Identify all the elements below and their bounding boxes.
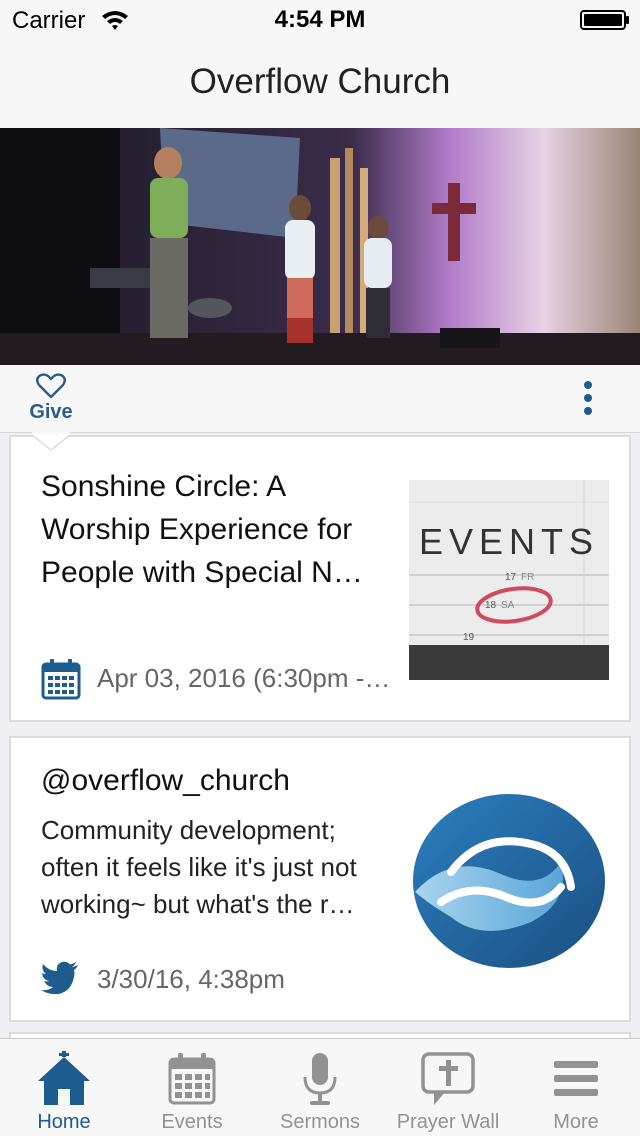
tab-home[interactable]: Home <box>0 1039 128 1136</box>
twitter-icon <box>41 961 78 995</box>
events-thumb-day-19: 19 <box>463 632 475 643</box>
calendar-icon <box>168 1053 216 1105</box>
tab-more[interactable]: More <box>512 1039 640 1136</box>
tab-events[interactable]: Events <box>128 1039 256 1136</box>
action-bar: Give <box>0 365 640 433</box>
tab-bar: Home Events Sermons Prayer Wall More <box>0 1038 640 1136</box>
events-thumb-dow-sa: SA <box>501 600 515 611</box>
event-card[interactable]: Sonshine Circle: A Worship Experience fo… <box>9 435 631 722</box>
give-label: Give <box>29 401 73 423</box>
prayer-bubble-icon <box>421 1052 475 1105</box>
navigation-bar: Overflow Church <box>0 40 640 128</box>
tab-sermons[interactable]: Sermons <box>256 1039 384 1136</box>
events-thumb-day-17: 17 <box>505 572 517 583</box>
calendar-icon <box>41 659 81 700</box>
tab-events-label: Events <box>161 1111 223 1133</box>
tweet-card[interactable]: @overflow_church Community development; … <box>9 736 631 1022</box>
events-thumbnail: EVENTS 17 FR 18 SA 19 <box>409 480 609 680</box>
give-button[interactable]: Give <box>22 373 80 429</box>
microphone-icon <box>303 1053 337 1105</box>
tab-prayer-wall[interactable]: Prayer Wall <box>384 1039 512 1136</box>
give-pointer <box>32 430 70 450</box>
events-thumb-day-18: 18 <box>485 600 497 611</box>
tab-prayer-wall-label: Prayer Wall <box>396 1111 500 1133</box>
tab-more-label: More <box>553 1111 599 1133</box>
event-title: Sonshine Circle: A Worship Experience fo… <box>41 470 363 589</box>
menu-icon <box>554 1061 598 1096</box>
events-thumb-dow-fr: FR <box>521 572 534 583</box>
tweet-handle: @overflow_church <box>41 764 290 797</box>
tab-sermons-label: Sermons <box>279 1111 361 1133</box>
heart-icon <box>36 373 66 399</box>
battery-icon <box>580 10 629 30</box>
status-bar: Carrier 4:54 PM <box>0 0 640 40</box>
tweet-text: Community development; often it feels li… <box>41 815 357 919</box>
more-options-icon[interactable] <box>574 377 602 421</box>
events-thumb-label: EVENTS <box>419 521 599 562</box>
status-time: 4:54 PM <box>274 6 366 33</box>
church-logo <box>413 794 605 968</box>
tab-home-label: Home <box>37 1111 91 1133</box>
home-icon <box>38 1051 90 1105</box>
event-date: Apr 03, 2016 (6:30pm -… <box>97 663 391 693</box>
page-title: Overflow Church <box>189 62 451 101</box>
hero-image <box>0 128 640 365</box>
tweet-timestamp: 3/30/16, 4:38pm <box>97 964 285 994</box>
